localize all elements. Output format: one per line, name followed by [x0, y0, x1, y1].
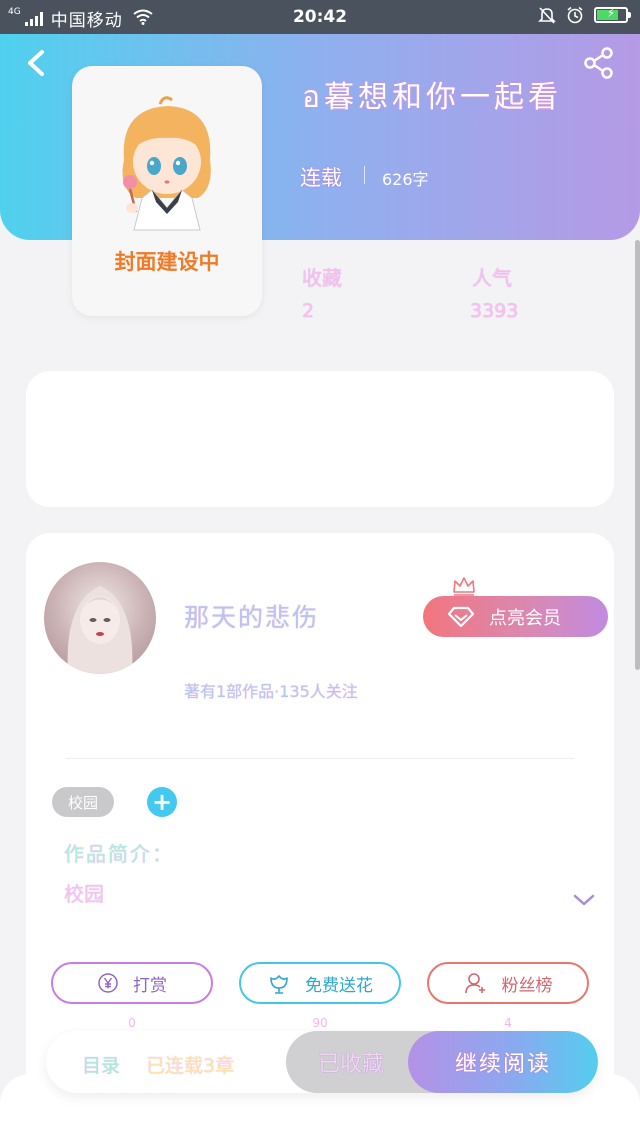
intro-label: 作品简介：: [64, 842, 174, 866]
chevron-down-icon[interactable]: [572, 892, 596, 908]
flower-icon: [270, 975, 288, 994]
yen-icon: [98, 973, 118, 993]
crown-icon: [453, 577, 475, 596]
meta-divider: [364, 166, 365, 184]
flower-count: 90: [312, 1016, 328, 1030]
send-flower-button[interactable]: 免费送花: [239, 962, 401, 1004]
section-divider: [66, 758, 574, 759]
vip-button-label: 点亮会员: [489, 607, 561, 629]
mute-bell-icon: [538, 6, 556, 24]
add-tag-button[interactable]: +: [147, 787, 177, 817]
book-title: อ暮想和你一起看: [302, 80, 563, 115]
fans-icon: [464, 973, 485, 994]
battery-icon: ⚡: [594, 6, 631, 23]
status-bar: 4G 中国移动 20:42 ⚡: [0, 0, 640, 34]
intro-text: 校园: [64, 882, 104, 906]
share-icon[interactable]: [582, 46, 616, 80]
fan-ranking-label: 粉丝榜: [501, 975, 553, 996]
author-avatar[interactable]: [44, 562, 156, 674]
stat-favorites-value: 2: [302, 300, 315, 322]
author-name[interactable]: 那天的悲伤: [184, 598, 319, 634]
back-icon[interactable]: [20, 46, 54, 80]
avatar-illustration: [67, 586, 133, 674]
send-flower-label: 免费送花: [305, 975, 373, 996]
stat-popularity-value: 3393: [470, 300, 519, 322]
reward-button[interactable]: 打赏: [51, 962, 213, 1004]
chapter-progress: 已连载3章: [146, 1055, 235, 1077]
alarm-icon: [566, 6, 584, 24]
stat-favorites-label: 收藏: [302, 266, 342, 290]
bottom-action-bar: 目录 已连载3章 已收藏 继续阅读: [46, 1031, 598, 1093]
serial-status: 连载: [300, 166, 342, 190]
diamond-icon: [447, 606, 475, 627]
stat-popularity-label: 人气: [472, 266, 512, 290]
fans-count: 4: [504, 1016, 512, 1030]
toc-button[interactable]: 目录: [82, 1051, 120, 1078]
cover-illustration: [122, 96, 211, 231]
reward-count: 0: [128, 1016, 136, 1030]
blank-card: [26, 371, 614, 507]
author-meta: 著有1部作品·135人关注: [184, 682, 358, 701]
reward-label: 打赏: [133, 975, 167, 996]
continue-reading-button[interactable]: 继续阅读: [408, 1031, 598, 1093]
fan-ranking-button[interactable]: 粉丝榜: [427, 962, 589, 1004]
cover-placeholder-text: 封面建设中: [114, 250, 220, 274]
word-count: 626字: [382, 170, 429, 189]
scrollbar[interactable]: [635, 240, 640, 670]
vip-button[interactable]: 点亮会员: [423, 596, 608, 637]
tag-campus[interactable]: 校园: [52, 787, 114, 817]
status-right: ⚡: [538, 6, 631, 24]
book-cover[interactable]: 封面建设中: [72, 66, 262, 316]
